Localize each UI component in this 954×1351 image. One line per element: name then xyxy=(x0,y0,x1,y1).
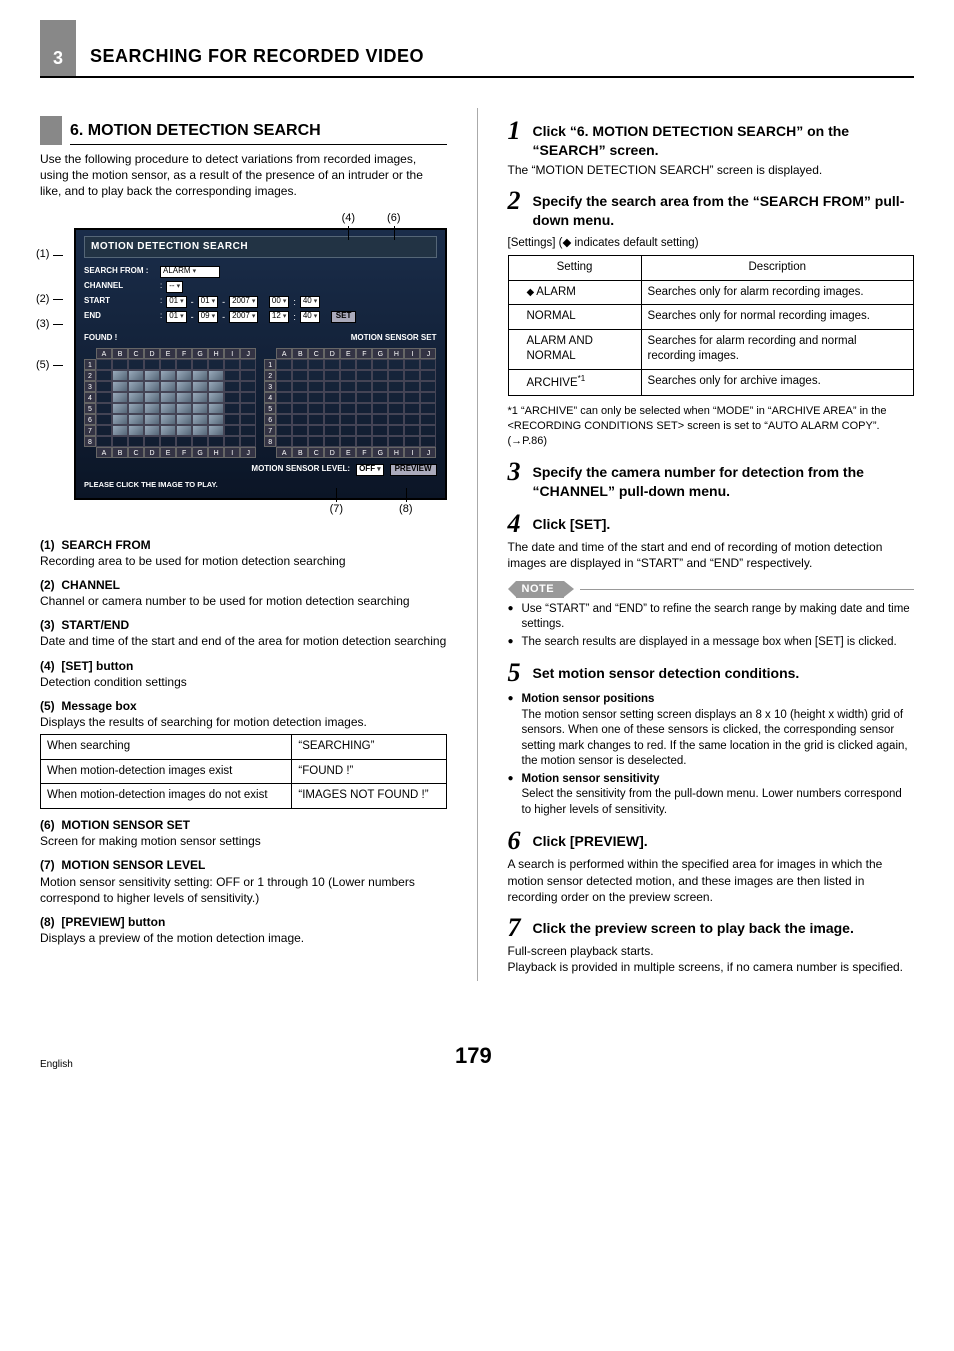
step-5-num: 5 xyxy=(508,660,521,686)
table-row: When motion-detection images do not exis… xyxy=(41,784,447,809)
settings-th-2: Description xyxy=(641,256,913,281)
step-2-title: Specify the search area from the “SEARCH… xyxy=(533,192,915,230)
callout-7: (7) xyxy=(330,502,343,517)
table-row: NORMALSearches only for normal recording… xyxy=(508,305,914,330)
click-message: PLEASE CLICK THE IMAGE TO PLAY. xyxy=(84,480,437,490)
table-row: When searching“SEARCHING” xyxy=(41,735,447,760)
search-from-label: SEARCH FROM : xyxy=(84,266,156,277)
step-2-num: 2 xyxy=(508,188,521,214)
note-label: NOTE xyxy=(516,581,565,598)
callout-6: (6) xyxy=(387,211,400,226)
footer-language: English xyxy=(40,1058,73,1072)
start-min[interactable]: 40 xyxy=(300,296,320,308)
level-label: MOTION SENSOR LEVEL: xyxy=(251,464,350,475)
definition-item: (6) MOTION SENSOR SETScreen for making m… xyxy=(40,817,447,849)
scr-title: MOTION DETECTION SEARCH xyxy=(84,236,437,258)
table-row: ALARM AND NORMALSearches for alarm recor… xyxy=(508,329,914,369)
step-1-title: Click “6. MOTION DETECTION SEARCH” on th… xyxy=(533,122,915,160)
chapter-title: SEARCHING FOR RECORDED VIDEO xyxy=(90,44,424,76)
callout-8: (8) xyxy=(399,502,412,517)
end-y[interactable]: 2007 xyxy=(229,311,258,323)
settings-intro: [Settings] (◆ indicates default setting) xyxy=(508,236,915,252)
note-list: Use “START” and “END” to refine the sear… xyxy=(508,602,915,651)
start-m[interactable]: 01 xyxy=(166,296,186,308)
preview-grid[interactable]: ABCDEFGHIJ12345678ABCDEFGHIJ xyxy=(84,348,256,458)
step-5-details: Motion sensor positionsThe motion sensor… xyxy=(508,692,915,818)
end-min[interactable]: 40 xyxy=(300,311,320,323)
step-4-title: Click [SET]. xyxy=(533,515,611,534)
step-7-title: Click the preview screen to play back th… xyxy=(533,919,854,938)
message-table: When searching“SEARCHING”When motion-det… xyxy=(40,734,447,809)
start-h[interactable]: 00 xyxy=(269,296,289,308)
end-m[interactable]: 01 xyxy=(166,311,186,323)
start-y[interactable]: 2007 xyxy=(229,296,258,308)
right-column: 1 Click “6. MOTION DETECTION SEARCH” on … xyxy=(508,108,915,981)
section-title: 6. MOTION DETECTION SEARCH xyxy=(40,116,447,145)
definition-item: (3) START/ENDDate and time of the start … xyxy=(40,617,447,649)
callout-5: (5) xyxy=(36,358,61,373)
section-title-text: MOTION DETECTION SEARCH xyxy=(88,122,321,139)
intro-paragraph: Use the following procedure to detect va… xyxy=(40,151,447,200)
definition-item: (7) MOTION SENSOR LEVELMotion sensor sen… xyxy=(40,857,447,906)
sensor-set-label: MOTION SENSOR SET xyxy=(351,333,437,344)
left-column: 6. MOTION DETECTION SEARCH Use the follo… xyxy=(40,108,447,981)
list-item: Motion sensor positionsThe motion sensor… xyxy=(508,692,915,770)
footer-page-number: 179 xyxy=(455,1041,492,1071)
list-item: Motion sensor sensitivitySelect the sens… xyxy=(508,772,915,819)
step-1-body: The “MOTION DETECTION SEARCH” screen is … xyxy=(508,162,915,178)
callout-4: (4) xyxy=(342,211,355,226)
table-row: ARCHIVE*1Searches only for archive image… xyxy=(508,369,914,395)
chapter-header: 3 SEARCHING FOR RECORDED VIDEO xyxy=(40,20,914,78)
start-label: START xyxy=(84,296,156,307)
search-from-select[interactable]: ALARM xyxy=(160,266,220,278)
table-row: When motion-detection images exist“FOUND… xyxy=(41,759,447,784)
step-1-num: 1 xyxy=(508,118,521,144)
definition-item: (8) [PREVIEW] buttonDisplays a preview o… xyxy=(40,914,447,946)
callout-2: (2) xyxy=(36,292,61,307)
step-6-body: A search is performed within the specifi… xyxy=(508,856,915,905)
step-7-body: Full-screen playback starts. Playback is… xyxy=(508,943,915,975)
set-button[interactable]: SET xyxy=(331,311,357,323)
preview-button[interactable]: PREVIEW xyxy=(390,464,437,476)
end-label: END xyxy=(84,311,156,322)
step-4-body: The date and time of the start and end o… xyxy=(508,539,915,571)
note-bar: NOTE xyxy=(508,581,915,598)
definition-item: (2) CHANNELChannel or camera number to b… xyxy=(40,577,447,609)
step-6-num: 6 xyxy=(508,828,521,854)
definition-item: (5) Message boxDisplays the results of s… xyxy=(40,698,447,730)
level-select[interactable]: OFF xyxy=(356,464,384,476)
list-item: Use “START” and “END” to refine the sear… xyxy=(508,602,915,633)
chapter-number-tab: 3 xyxy=(40,20,76,76)
step-6-title: Click [PREVIEW]. xyxy=(533,832,648,851)
footnote-1: *1 “ARCHIVE” can only be selected when “… xyxy=(508,404,915,449)
app-screenshot: MOTION DETECTION SEARCH SEARCH FROM : AL… xyxy=(74,228,447,500)
step-4-num: 4 xyxy=(508,511,521,537)
callout-1: (1) xyxy=(36,247,61,262)
list-item: The search results are displayed in a me… xyxy=(508,635,915,651)
channel-label: CHANNEL xyxy=(84,281,156,292)
definition-item: (4) [SET] buttonDetection condition sett… xyxy=(40,658,447,690)
screenshot-figure: (4) (6) (1) (2) (3) (5) MOTION DETECTION… xyxy=(40,211,447,516)
table-row: ALARMSearches only for alarm recording i… xyxy=(508,280,914,305)
found-message: FOUND ! xyxy=(84,333,117,344)
section-number: 6. xyxy=(70,122,83,139)
step-7-num: 7 xyxy=(508,915,521,941)
end-h[interactable]: 12 xyxy=(269,311,289,323)
definition-item: (1) SEARCH FROMRecording area to be used… xyxy=(40,537,447,569)
start-d[interactable]: 01 xyxy=(198,296,218,308)
step-3-num: 3 xyxy=(508,459,521,485)
sensor-grid[interactable]: ABCDEFGHIJ12345678ABCDEFGHIJ xyxy=(264,348,436,458)
settings-th-1: Setting xyxy=(508,256,641,281)
channel-select[interactable]: -- xyxy=(166,281,183,293)
end-d[interactable]: 09 xyxy=(198,311,218,323)
page-footer: English 179 xyxy=(40,1041,914,1071)
step-3-title: Specify the camera number for detection … xyxy=(533,463,915,501)
step-5-title: Set motion sensor detection conditions. xyxy=(533,664,800,683)
callout-3: (3) xyxy=(36,317,61,332)
settings-table: Setting Description ALARMSearches only f… xyxy=(508,255,915,396)
